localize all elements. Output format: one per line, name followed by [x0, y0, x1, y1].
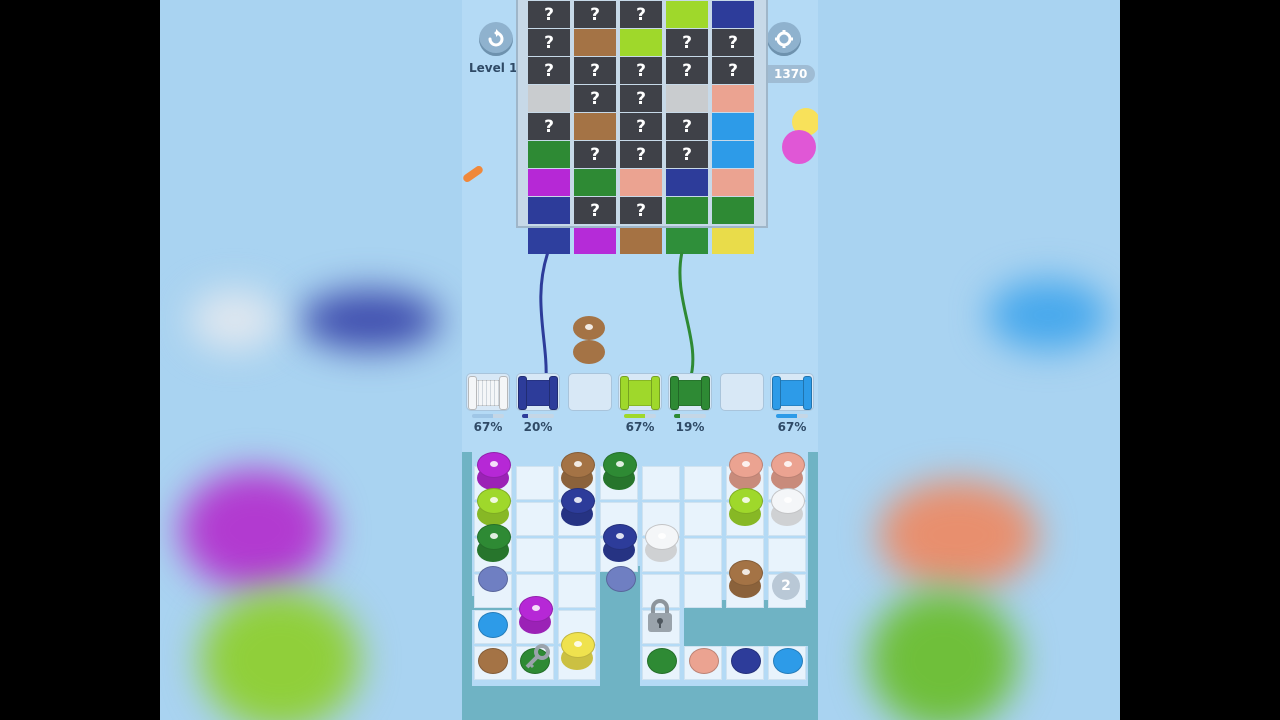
board-tile[interactable]: [768, 538, 806, 572]
navy-spool: [561, 488, 595, 514]
blue-spool[interactable]: [772, 376, 812, 410]
spool-stack[interactable]: [477, 452, 511, 574]
navy-spool[interactable]: [518, 376, 558, 410]
brown-peg[interactable]: [478, 648, 508, 674]
board-tile[interactable]: [516, 466, 554, 500]
purple-spool: [519, 596, 553, 622]
salmon-peg[interactable]: [689, 648, 719, 674]
green-spool: [477, 524, 511, 550]
navy-spool: [603, 524, 637, 550]
spool-stack[interactable]: [729, 452, 763, 538]
blue-peg[interactable]: [773, 648, 803, 674]
key-icon[interactable]: [522, 642, 552, 676]
white-spool: [645, 524, 679, 550]
lime-spool: [477, 488, 511, 514]
brown-spool: [729, 560, 763, 586]
spool-percent-label: 67%: [473, 420, 503, 434]
spool-progress-bar: [624, 414, 656, 418]
lime-spool[interactable]: [620, 376, 660, 410]
spool-percent-label: 67%: [625, 420, 655, 434]
yellow-spool: [561, 632, 595, 658]
board-tile[interactable]: [642, 466, 680, 500]
lock-icon[interactable]: [645, 598, 675, 634]
spool-stack[interactable]: [561, 452, 595, 538]
left-blurred-background: [160, 0, 462, 720]
navy-peg[interactable]: [731, 648, 761, 674]
board-tile[interactable]: [558, 538, 596, 572]
white-spool: [771, 488, 805, 514]
brown-spool: [561, 452, 595, 478]
spool-progress-bar: [522, 414, 554, 418]
board-tile[interactable]: [516, 538, 554, 572]
board-tile[interactable]: [684, 466, 722, 500]
green-peg[interactable]: [647, 648, 677, 674]
board-tile[interactable]: [684, 574, 722, 608]
board-tile[interactable]: [684, 502, 722, 536]
purple-spool: [477, 452, 511, 478]
green-thread: [678, 251, 695, 381]
navy-thread: [539, 251, 550, 381]
empty-peg[interactable]: [606, 566, 636, 592]
spool-stack[interactable]: [645, 524, 679, 574]
spool-stack[interactable]: [561, 632, 595, 682]
board-left-wall: [462, 452, 472, 720]
salmon-spool: [729, 452, 763, 478]
spool-percent-label: 19%: [675, 420, 705, 434]
lime-spool: [729, 488, 763, 514]
spool-stack[interactable]: [603, 452, 637, 502]
green-spool: [603, 452, 637, 478]
right-blurred-background: [818, 0, 1120, 720]
stack-count-badge: 2: [772, 572, 800, 600]
spool-progress-bar: [674, 414, 706, 418]
spool-percent-label: 67%: [777, 420, 807, 434]
threads: [539, 251, 695, 381]
board-bottom: [462, 686, 818, 720]
spool-stack[interactable]: [771, 452, 805, 538]
game-screen: Level 189 1370 ????????????????????? 67%…: [462, 0, 818, 720]
spool-progress-bar: [776, 414, 808, 418]
brown-spool-flying: [573, 316, 605, 366]
board-tile[interactable]: [684, 538, 722, 572]
spool-slot-empty[interactable]: [568, 373, 612, 411]
board-tile[interactable]: [558, 574, 596, 608]
spool-percent-label: 20%: [523, 420, 553, 434]
spool-stack[interactable]: [729, 560, 763, 610]
white-spool[interactable]: [468, 376, 508, 410]
board-right-wall: [808, 452, 818, 720]
spool-progress-bar: [472, 414, 504, 418]
board-tile[interactable]: [516, 502, 554, 536]
spool-stack[interactable]: [519, 596, 553, 646]
green-spool[interactable]: [670, 376, 710, 410]
empty-peg[interactable]: [478, 566, 508, 592]
salmon-spool: [771, 452, 805, 478]
blue-peg[interactable]: [478, 612, 508, 638]
spool-slot-empty[interactable]: [720, 373, 764, 411]
